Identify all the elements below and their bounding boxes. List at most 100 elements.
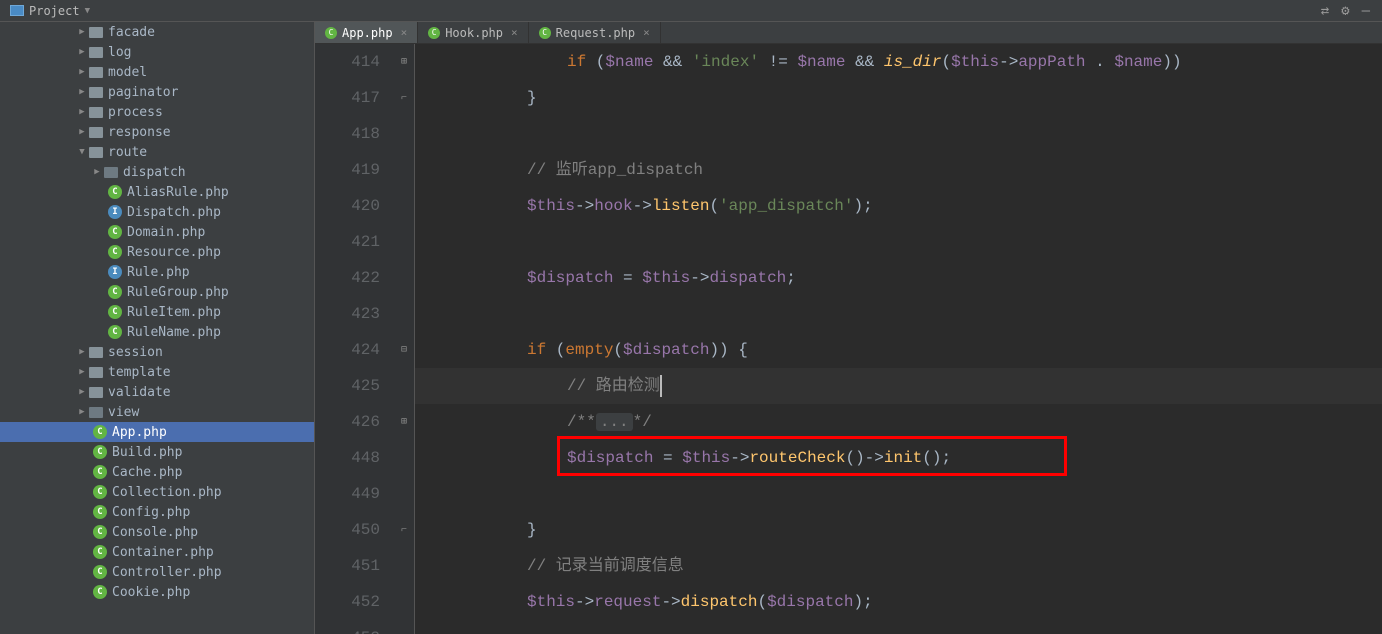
- tree-item-label: Container.php: [112, 545, 214, 560]
- code-line[interactable]: }: [415, 80, 1382, 116]
- fold-expand-icon[interactable]: ⊞: [397, 415, 411, 429]
- tab-label: App.php: [342, 26, 393, 40]
- code-line[interactable]: if (empty($dispatch)) {: [415, 332, 1382, 368]
- php-file-icon: C: [93, 425, 107, 439]
- tree-item-label: Resource.php: [127, 245, 221, 260]
- line-number: 424: [315, 332, 380, 368]
- tree-item-label: Controller.php: [112, 565, 222, 580]
- tree-folder[interactable]: facade: [0, 22, 314, 42]
- editor-tab[interactable]: CApp.php×: [315, 22, 418, 43]
- collapse-icon[interactable]: —: [1362, 3, 1370, 19]
- code-line[interactable]: [415, 116, 1382, 152]
- line-number: 426: [315, 404, 380, 440]
- tree-file[interactable]: CConfig.php: [0, 502, 314, 522]
- tree-folder[interactable]: process: [0, 102, 314, 122]
- php-file-icon: C: [108, 305, 122, 319]
- tree-folder[interactable]: paginator: [0, 82, 314, 102]
- tree-file[interactable]: CRuleName.php: [0, 322, 314, 342]
- code-line[interactable]: [415, 476, 1382, 512]
- tree-file[interactable]: CAliasRule.php: [0, 182, 314, 202]
- tree-file[interactable]: CBuild.php: [0, 442, 314, 462]
- code-line[interactable]: $this->request->dispatch($dispatch);: [415, 584, 1382, 620]
- tree-folder[interactable]: model: [0, 62, 314, 82]
- tree-arrow-icon[interactable]: [75, 107, 89, 117]
- close-icon[interactable]: ×: [643, 26, 650, 39]
- tree-folder[interactable]: log: [0, 42, 314, 62]
- tree-file[interactable]: CRuleItem.php: [0, 302, 314, 322]
- fold-end-icon[interactable]: ⌐: [397, 523, 411, 537]
- php-file-icon: C: [93, 565, 107, 579]
- tree-file[interactable]: CApp.php: [0, 422, 314, 442]
- tree-arrow-icon[interactable]: [75, 27, 89, 37]
- close-icon[interactable]: ×: [401, 26, 408, 39]
- tree-folder[interactable]: validate: [0, 382, 314, 402]
- code-line[interactable]: }: [415, 512, 1382, 548]
- folder-icon: [89, 27, 103, 38]
- tree-file[interactable]: C Container.php: [0, 542, 314, 562]
- fold-column[interactable]: ⊞ ⌐ ⊟ ⊞ ⌐: [395, 44, 415, 634]
- tree-arrow-icon[interactable]: [75, 47, 89, 57]
- php-file-icon: C: [108, 185, 122, 199]
- tree-arrow-icon[interactable]: [75, 367, 89, 377]
- tree-item-label: dispatch: [123, 165, 186, 180]
- project-dropdown[interactable]: Project ▼: [0, 4, 100, 18]
- php-file-icon: I: [108, 265, 122, 279]
- tree-arrow-icon[interactable]: [75, 67, 89, 77]
- tree-arrow-icon[interactable]: [75, 347, 89, 357]
- tree-file[interactable]: C RuleGroup.php: [0, 282, 314, 302]
- tree-folder[interactable]: response: [0, 122, 314, 142]
- php-file-icon: C: [93, 505, 107, 519]
- code-line[interactable]: if ($name && 'index' != $name && is_dir(…: [415, 44, 1382, 80]
- code-line[interactable]: $dispatch = $this->dispatch;: [415, 260, 1382, 296]
- project-tree[interactable]: facadelogmodelpaginatorprocessresponse ro…: [0, 22, 315, 634]
- project-label: Project: [29, 4, 80, 18]
- php-file-icon: C: [108, 285, 122, 299]
- tree-file[interactable]: CCollection.php: [0, 482, 314, 502]
- tree-folder[interactable]: route: [0, 142, 314, 162]
- code-line[interactable]: // 监听app_dispatch: [415, 152, 1382, 188]
- gear-icon[interactable]: ⚙: [1341, 3, 1349, 19]
- tree-arrow-icon[interactable]: [75, 407, 89, 417]
- tree-file[interactable]: IDispatch.php: [0, 202, 314, 222]
- code-line[interactable]: [415, 620, 1382, 634]
- tree-file[interactable]: CCache.php: [0, 462, 314, 482]
- php-file-icon: C: [428, 27, 440, 39]
- code-line[interactable]: [415, 224, 1382, 260]
- tree-arrow-icon[interactable]: [90, 167, 104, 177]
- code-content[interactable]: if ($name && 'index' != $name && is_dir(…: [415, 44, 1382, 634]
- code-line[interactable]: $this->hook->listen('app_dispatch');: [415, 188, 1382, 224]
- code-editor[interactable]: 4144174184194204214224234244254264484494…: [315, 44, 1382, 634]
- php-file-icon: C: [93, 545, 107, 559]
- tree-arrow-icon[interactable]: [75, 87, 89, 97]
- tree-folder[interactable]: template: [0, 362, 314, 382]
- tree-file[interactable]: CConsole.php: [0, 522, 314, 542]
- tree-arrow-icon[interactable]: [75, 127, 89, 137]
- fold-expand-icon[interactable]: ⊞: [397, 55, 411, 69]
- tree-folder[interactable]: view: [0, 402, 314, 422]
- tree-item-label: RuleGroup.php: [127, 285, 229, 300]
- tree-file[interactable]: CCookie.php: [0, 582, 314, 602]
- fold-end-icon[interactable]: ⌐: [397, 91, 411, 105]
- tree-item-label: session: [108, 345, 163, 360]
- code-line[interactable]: // 路由检测: [415, 368, 1382, 404]
- tree-file[interactable]: CResource.php: [0, 242, 314, 262]
- tree-folder[interactable]: dispatch: [0, 162, 314, 182]
- line-number: 420: [315, 188, 380, 224]
- tree-item-label: route: [108, 145, 147, 160]
- code-line[interactable]: // 记录当前调度信息: [415, 548, 1382, 584]
- tree-item-label: Collection.php: [112, 485, 222, 500]
- editor-tab[interactable]: CRequest.php×: [529, 22, 661, 43]
- code-line[interactable]: /**...*/: [415, 404, 1382, 440]
- code-line[interactable]: $dispatch = $this->routeCheck()->init();: [415, 440, 1382, 476]
- editor-tab[interactable]: CHook.php×: [418, 22, 528, 43]
- tree-arrow-icon[interactable]: [75, 147, 89, 157]
- tree-arrow-icon[interactable]: [75, 387, 89, 397]
- fold-collapse-icon[interactable]: ⊟: [397, 343, 411, 357]
- tree-file[interactable]: IRule.php: [0, 262, 314, 282]
- close-icon[interactable]: ×: [511, 26, 518, 39]
- tree-folder[interactable]: session: [0, 342, 314, 362]
- settings-slider-icon[interactable]: ⇄: [1321, 3, 1329, 19]
- tree-file[interactable]: C Controller.php: [0, 562, 314, 582]
- code-line[interactable]: [415, 296, 1382, 332]
- tree-file[interactable]: CDomain.php: [0, 222, 314, 242]
